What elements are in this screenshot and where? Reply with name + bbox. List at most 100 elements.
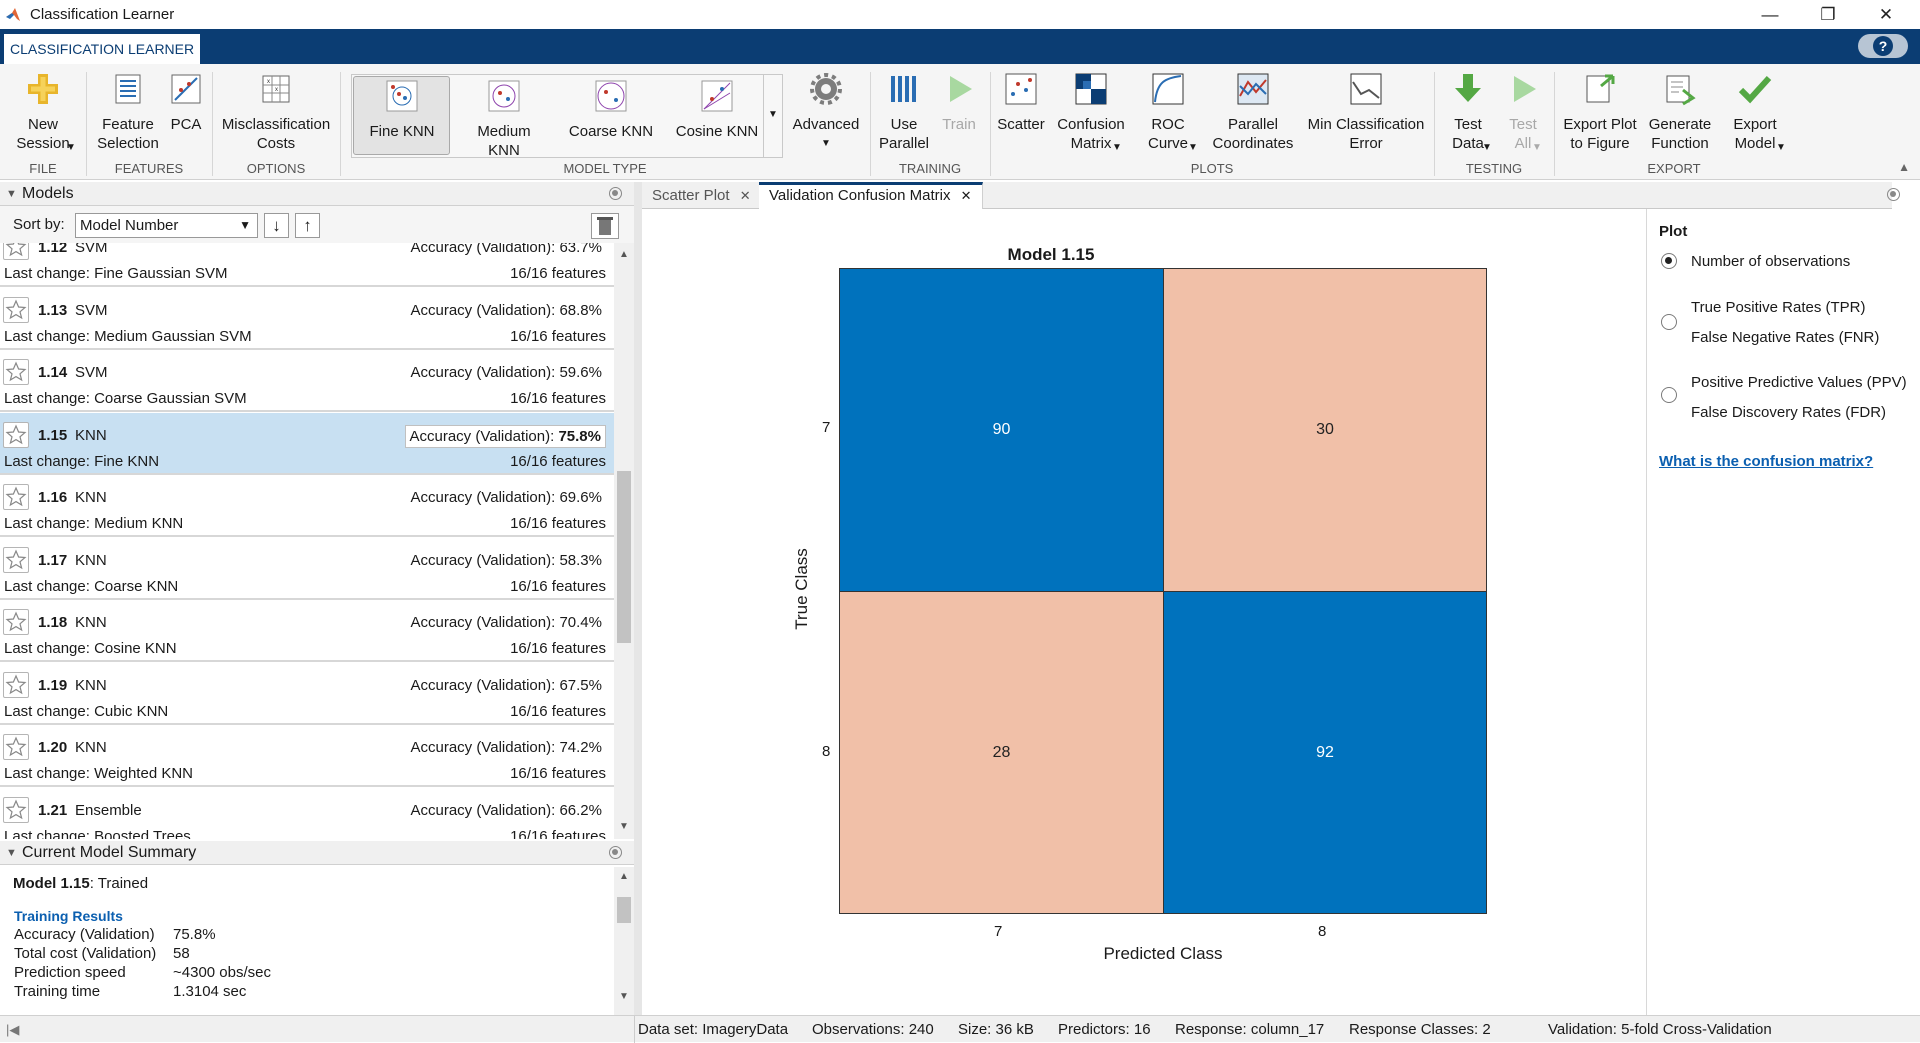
radio-tpr-fnr[interactable] [1661, 314, 1677, 330]
radio-number-of-observations[interactable] [1661, 253, 1677, 269]
misclassification-costs-button[interactable]: xx Misclassification Costs [218, 72, 334, 153]
collapse-chevron-icon[interactable]: ▼ [6, 182, 17, 206]
model-features: 16/16 features [510, 515, 606, 532]
splitter[interactable] [634, 182, 642, 1015]
scroll-down-icon[interactable]: ▼ [619, 991, 629, 1002]
section-testing: TESTING [1465, 161, 1523, 176]
panel-options-icon[interactable] [609, 846, 622, 859]
min-error-label: Min Classification Error [1307, 116, 1425, 152]
collapse-chevron-icon[interactable]: ▼ [6, 841, 17, 865]
favorite-star-button[interactable] [3, 421, 29, 448]
train-button[interactable]: Train [934, 72, 984, 134]
minimize-button[interactable]: — [1742, 0, 1798, 29]
plot-options-title: Plot [1659, 223, 1688, 240]
models-panel-header: ▼ Models [0, 182, 634, 206]
accuracy-value: 66.2% [559, 801, 602, 819]
status-left-icon: |◀ [6, 1022, 20, 1037]
accuracy-label: Accuracy (Validation): [410, 676, 560, 694]
test-all-button[interactable]: Test All [1498, 72, 1548, 153]
favorite-star-button[interactable] [3, 671, 29, 698]
gear-icon [810, 73, 842, 105]
pca-button[interactable]: PCA [166, 72, 206, 134]
close-tab-icon[interactable]: ✕ [740, 188, 751, 203]
document-options-icon[interactable] [1887, 188, 1900, 201]
feature-selection-icon [115, 74, 141, 104]
scrollbar-thumb[interactable] [617, 471, 631, 643]
confusion-dropdown-icon[interactable]: ▼ [1112, 142, 1122, 153]
radio-ppv-fdr[interactable] [1661, 387, 1677, 403]
model-list-item[interactable]: 1.16 KNN Accuracy (Validation): 69.6% Last … [0, 475, 614, 537]
close-window-button[interactable]: ✕ [1858, 0, 1914, 29]
fine-knn-button[interactable]: Fine KNN [354, 79, 450, 141]
favorite-star-button[interactable] [3, 484, 29, 510]
use-parallel-button[interactable]: Use Parallel [876, 72, 932, 153]
roc-curve-button[interactable]: ROC Curve [1138, 72, 1198, 153]
feature-selection-label: Feature Selection [97, 116, 159, 152]
favorite-star-button[interactable] [3, 734, 29, 760]
confusion-matrix-button[interactable]: Confusion Matrix [1052, 72, 1130, 153]
scroll-down-icon[interactable]: ▼ [619, 821, 629, 832]
summary-scrollbar[interactable]: ▲ ▼ [614, 867, 634, 1015]
export-model-button[interactable]: Export Model [1720, 72, 1790, 153]
advanced-button[interactable]: Advanced ▼ [790, 72, 862, 153]
tab-classification-learner[interactable]: CLASSIFICATION LEARNER [4, 34, 201, 64]
min-classification-error-button[interactable]: Min Classification Error [1304, 72, 1428, 153]
tab-scatter-plot[interactable]: Scatter Plot ✕ [642, 182, 762, 209]
generate-function-button[interactable]: Generate Function [1644, 72, 1716, 153]
scroll-up-icon[interactable]: ▲ [619, 871, 629, 882]
model-list-item[interactable]: 1.21 Ensemble Accuracy (Validation): 66.2%… [0, 787, 614, 839]
model-list-item[interactable]: 1.19 KNN Accuracy (Validation): 67.5% Last … [0, 662, 614, 725]
favorite-star-button[interactable] [3, 359, 29, 385]
model-list-item[interactable]: 1.14 SVM Accuracy (Validation): 59.6% Last … [0, 350, 614, 412]
section-export: EXPORT [1647, 161, 1701, 176]
model-list-item[interactable]: 1.12 SVM Accuracy (Validation): 63.7% Last … [0, 243, 614, 287]
model-list-item[interactable]: 1.13 SVM Accuracy (Validation): 68.8% Last … [0, 287, 614, 350]
roc-dropdown-icon[interactable]: ▼ [1188, 142, 1198, 153]
test-all-dropdown-icon[interactable]: ▼ [1532, 142, 1542, 153]
scrollbar-thumb[interactable] [617, 897, 631, 923]
scatter-button[interactable]: Scatter [994, 72, 1048, 134]
model-list-item[interactable]: 1.18 KNN Accuracy (Validation): 70.4% Last … [0, 600, 614, 662]
test-data-button[interactable]: Test Data [1440, 72, 1496, 153]
sort-descending-button[interactable]: ↓ [264, 213, 289, 238]
favorite-star-button[interactable] [3, 609, 29, 635]
medium-knn-button[interactable]: Medium KNN [456, 79, 552, 160]
favorite-star-button[interactable] [3, 243, 29, 260]
parallel-coordinates-button[interactable]: Parallel Coordinates [1208, 72, 1298, 153]
panel-options-icon[interactable] [609, 187, 622, 200]
cosine-knn-button[interactable]: Cosine KNN [662, 79, 772, 141]
restore-button[interactable]: ❐ [1800, 0, 1856, 29]
coarse-knn-button[interactable]: Coarse KNN [556, 79, 666, 141]
section-options: OPTIONS [246, 161, 306, 176]
favorite-star-button[interactable] [3, 296, 29, 323]
accuracy-label: Accuracy (Validation): [410, 739, 560, 756]
close-tab-icon[interactable]: ✕ [961, 188, 972, 203]
confusion-matrix-help-link[interactable]: What is the confusion matrix? [1659, 453, 1873, 470]
sort-by-select[interactable]: Model Number ▼ [75, 213, 258, 238]
model-list-item[interactable]: 1.15 KNN Accuracy (Validation): 75.8% Last … [0, 412, 614, 475]
tab-validation-confusion-matrix[interactable]: Validation Confusion Matrix ✕ [759, 182, 983, 209]
help-button[interactable]: ? [1858, 34, 1908, 58]
feature-selection-button[interactable]: Feature Selection [94, 72, 162, 153]
status-bar: |◀ Data set: ImageryData Observations: 2… [0, 1015, 1920, 1043]
new-session-button[interactable]: New Session [8, 72, 78, 153]
export-model-dropdown-icon[interactable]: ▼ [1776, 142, 1786, 153]
export-plot-button[interactable]: Export Plot to Figure [1558, 72, 1642, 153]
summary-model-status: : Trained [89, 875, 149, 892]
new-session-dropdown-icon[interactable]: ▼ [66, 142, 76, 153]
use-parallel-label: Use Parallel [878, 116, 930, 152]
model-list-scrollbar[interactable]: ▲ ▼ [614, 243, 634, 839]
collapse-toolstrip-icon[interactable]: ▲ [1898, 160, 1910, 174]
scroll-up-icon[interactable]: ▲ [619, 249, 629, 260]
roc-curve-icon [1152, 73, 1184, 105]
model-list-item[interactable]: 1.20 KNN Accuracy (Validation): 74.2% Last … [0, 725, 614, 787]
favorite-star-button[interactable] [3, 546, 29, 573]
cell-value: 90 [992, 421, 1011, 438]
gallery-expand-button[interactable]: ▼ [763, 74, 783, 158]
model-list-item[interactable]: 1.17 KNN Accuracy (Validation): 58.3% Last … [0, 537, 614, 600]
delete-model-button[interactable] [591, 213, 619, 239]
test-data-dropdown-icon[interactable]: ▼ [1482, 142, 1492, 153]
sort-ascending-button[interactable]: ↑ [295, 213, 320, 238]
favorite-star-button[interactable] [3, 796, 29, 823]
summary-key: Training time [14, 983, 101, 1000]
